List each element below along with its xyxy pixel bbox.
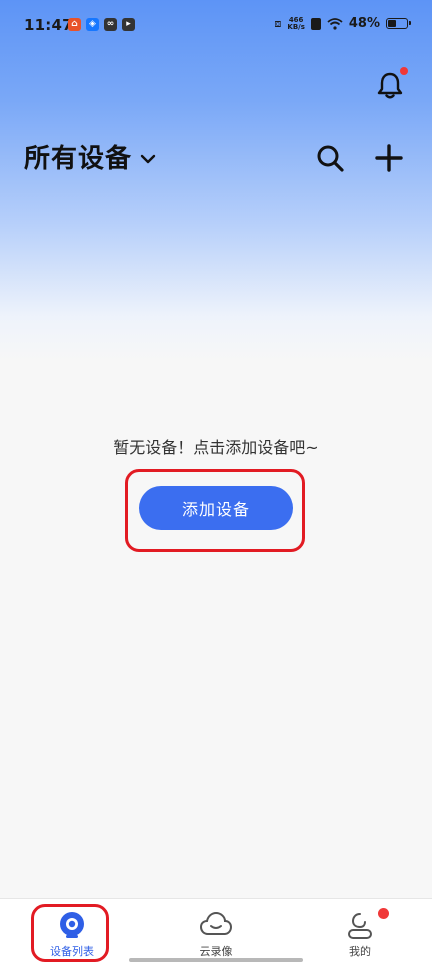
vibrate-icon: ⧈ [274, 16, 282, 30]
wifi-icon [327, 17, 343, 30]
header-gradient-background [0, 0, 432, 360]
profile-icon [348, 913, 372, 939]
sim-icon [310, 17, 321, 30]
battery-percent: 48% [348, 16, 380, 31]
nav-label-cloud-recording: 云录像 [199, 945, 233, 958]
network-speed-unit: KB/s [287, 22, 305, 31]
alipay-notification-icon: ◈ [86, 18, 99, 31]
notification-icons: ⌂ ◈ ∞ ▸ [68, 18, 135, 31]
network-speed: 466 KB/s [287, 16, 305, 31]
nav-label-mine: 我的 [349, 945, 371, 958]
highlight-annotation-add-button [125, 469, 305, 552]
system-status-icons: ⧈ 466 KB/s 48% [274, 16, 411, 31]
notification-badge [400, 67, 408, 75]
chevron-down-icon [140, 154, 156, 163]
home-indicator[interactable] [129, 958, 303, 962]
device-group-selector[interactable]: 所有设备 [24, 138, 156, 175]
highlight-annotation-device-list-tab [31, 904, 109, 962]
search-icon[interactable] [314, 142, 346, 174]
battery-level-fill [388, 20, 396, 27]
status-time: 11:47 [24, 16, 73, 34]
mine-notification-badge [378, 908, 389, 919]
page-title: 所有设备 [24, 144, 133, 174]
plus-icon[interactable] [373, 142, 405, 174]
nav-item-mine[interactable]: 我的 [310, 899, 410, 959]
status-bar: 11:47 ⌂ ◈ ∞ ▸ ⧈ 466 KB/s 48% [0, 0, 432, 52]
empty-state-message: 暂无设备！点击添加设备吧~ [113, 438, 319, 457]
link-notification-icon: ∞ [104, 18, 117, 31]
bell-icon[interactable] [376, 70, 404, 100]
cloud-icon [199, 911, 233, 935]
play-notification-icon: ▸ [122, 18, 135, 31]
nav-item-cloud-recording[interactable]: 云录像 [166, 899, 266, 959]
battery-icon [386, 18, 411, 29]
app-notification-icon: ⌂ [68, 18, 81, 31]
